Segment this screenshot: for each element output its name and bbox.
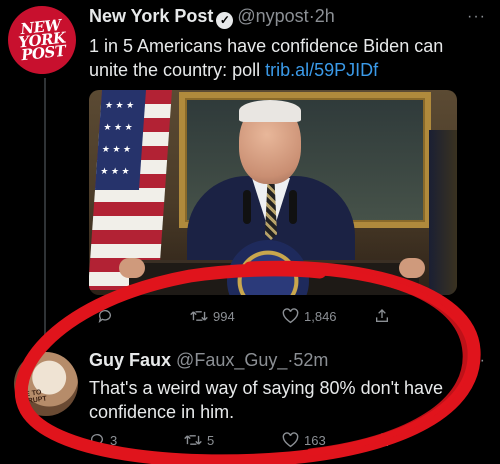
tweet-link[interactable]: trib.al/59PJIDf <box>265 60 378 80</box>
like-button[interactable]: 1,846 <box>282 308 337 324</box>
right-hand <box>399 258 425 278</box>
person-hair <box>239 100 301 122</box>
share-icon <box>376 309 388 322</box>
reply-more-options-icon[interactable]: ··· <box>467 352 486 370</box>
tweet-time[interactable]: 2h <box>315 6 335 26</box>
flag-right <box>429 130 457 295</box>
reply-retweet-button[interactable]: 5 <box>184 432 214 448</box>
microphone <box>289 190 297 224</box>
reply-reply-button[interactable]: 3 <box>89 432 117 448</box>
heart-icon <box>282 432 299 448</box>
reply-like-button[interactable]: 163 <box>282 432 326 448</box>
microphone <box>243 190 251 224</box>
avatar-nypost[interactable]: NEW YORK POST <box>4 2 80 78</box>
author-name[interactable]: New York Post <box>89 6 213 26</box>
retweet-icon <box>184 435 202 445</box>
retweet-icon <box>190 311 208 321</box>
reply-retweet-count: 5 <box>207 432 215 448</box>
tweet-header: New York Post ✓ @nypost·2h <box>89 6 335 29</box>
avatar-guy-faux[interactable]: IME TO ESRUPT <box>14 352 78 416</box>
heart-icon <box>282 308 299 324</box>
retweet-count: 994 <box>213 308 235 324</box>
tweet-actions: 994 1,846 <box>0 308 500 328</box>
reply-actions: 3 5 163 <box>0 432 500 452</box>
reply-like-count: 163 <box>304 432 326 448</box>
reply-author-handle[interactable]: @Faux_Guy_ <box>176 350 287 370</box>
reply-button[interactable] <box>97 308 118 324</box>
avatar-caption: IME TO ESRUPT <box>17 389 48 407</box>
reply-reply-count: 3 <box>110 432 118 448</box>
share-icon <box>376 433 388 446</box>
retweet-button[interactable]: 994 <box>190 308 235 324</box>
reply-icon <box>98 310 111 323</box>
reply-share-button[interactable] <box>374 432 390 448</box>
reply-icon <box>90 434 103 447</box>
like-count: 1,846 <box>304 308 337 324</box>
more-options-icon[interactable]: ··· <box>467 8 486 26</box>
reply-text: That's a weird way of saying 80% don't h… <box>89 378 444 422</box>
left-hand <box>119 258 145 278</box>
tweet-text: 1 in 5 Americans have confidence Biden c… <box>89 34 484 82</box>
reply-author-name[interactable]: Guy Faux <box>89 350 171 370</box>
verified-icon: ✓ <box>216 12 234 29</box>
share-button[interactable] <box>374 308 390 324</box>
tweet-photo[interactable] <box>89 90 457 295</box>
reply-time[interactable]: 52m <box>293 350 328 370</box>
avatar-text-line: POST <box>20 41 67 64</box>
reply-header: Guy Faux @Faux_Guy_·52m <box>89 350 328 371</box>
author-handle[interactable]: @nypost <box>237 6 308 26</box>
